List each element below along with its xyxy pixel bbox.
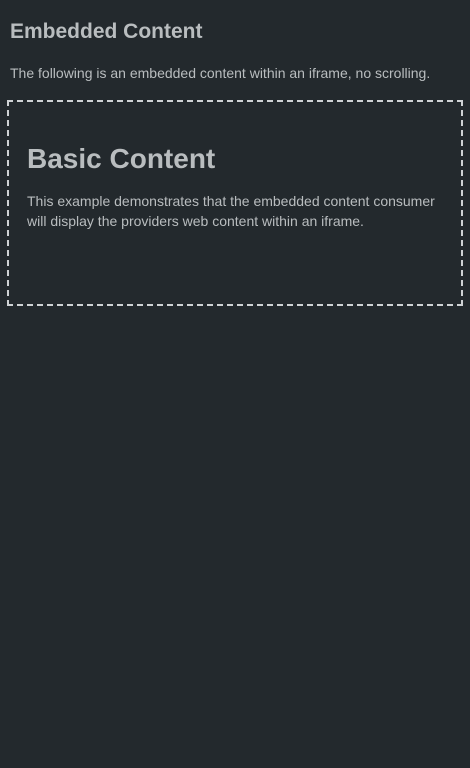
page: Embedded Content The following is an emb… — [0, 0, 470, 768]
iframe-description: This example demonstrates that the embed… — [27, 193, 435, 229]
page-title: Embedded Content — [10, 20, 203, 43]
page-description: The following is an embedded content wit… — [10, 65, 431, 81]
iframe-title: Basic Content — [27, 143, 216, 174]
embedded-iframe[interactable]: Basic Content This example demonstrates … — [7, 100, 463, 306]
